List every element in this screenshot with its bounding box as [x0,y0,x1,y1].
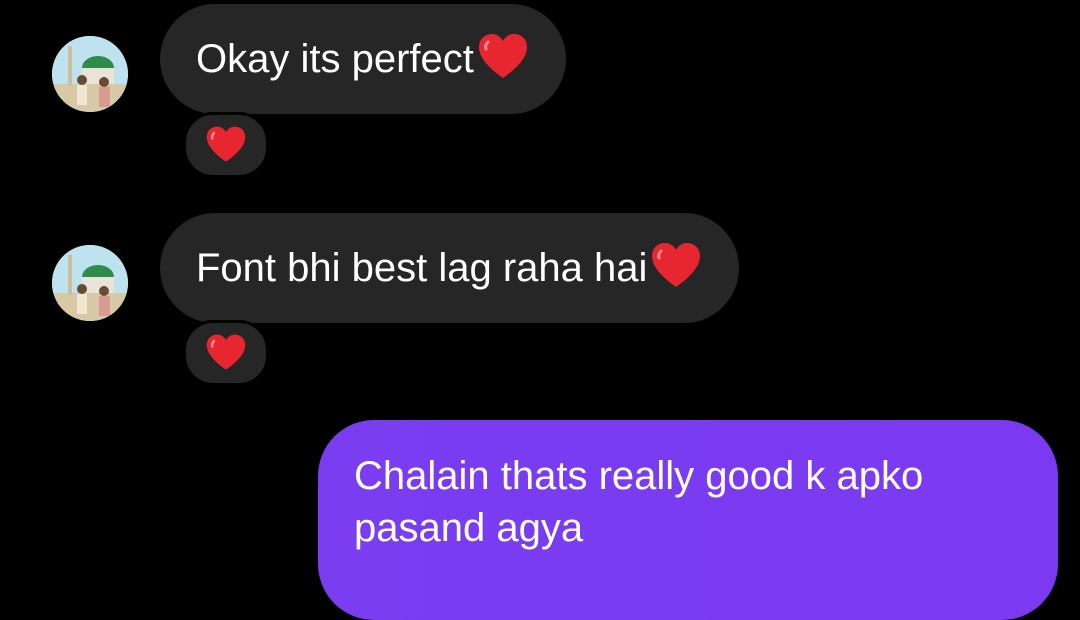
avatar-image [52,245,128,321]
incoming-message-bubble[interactable]: Okay its perfect [160,4,566,114]
incoming-message-bubble[interactable]: Font bhi best lag raha hai [160,213,740,323]
red-heart-icon [476,32,530,82]
red-heart-icon [649,241,703,291]
red-heart-icon [206,126,246,162]
contact-avatar[interactable] [52,36,128,112]
message-text: Font bhi best lag raha hai [196,245,648,290]
contact-avatar[interactable] [52,245,128,321]
avatar-image [52,36,128,112]
outgoing-message-bubble[interactable]: Chalain thats really good k apko pasand … [318,420,1058,620]
heart-reaction[interactable] [183,320,269,386]
message-text: Okay its perfect [196,36,474,81]
chat-thread: Okay its perfect Font bhi best lag raha … [0,0,1080,620]
heart-reaction[interactable] [183,112,269,178]
message-text: Chalain thats really good k apko pasand … [354,454,924,550]
red-heart-icon [206,334,246,370]
